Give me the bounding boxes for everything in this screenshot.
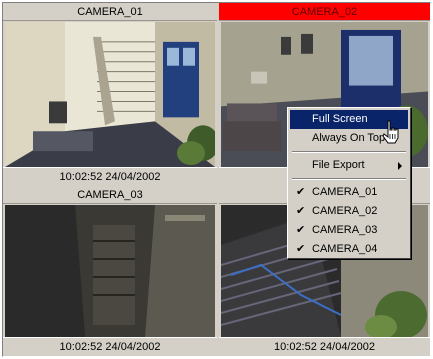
camera-feed-3[interactable] [5,205,215,337]
checkmark-icon: ✔ [296,224,306,236]
camera-timestamp: 10:02:52 24/04/2002 [3,337,217,356]
menu-item-camera-3[interactable]: ✔ CAMERA_03 [290,221,408,240]
camera-title: CAMERA_03 [3,186,217,204]
checkmark-icon: ✔ [296,186,306,198]
menu-separator [290,148,408,156]
menu-item-label: Always On Top [312,132,386,144]
camera-panel-3[interactable]: CAMERA_03 10:02:52 24/04/2002 [3,186,217,356]
hand-pointer-icon [382,120,399,144]
camera-feed-image [5,22,215,167]
menu-separator [290,175,408,183]
camera-feed-1[interactable] [5,22,215,167]
menu-item-label: Full Screen [312,113,368,125]
menu-item-file-export[interactable]: File Export [290,156,408,175]
menu-item-label: CAMERA_03 [312,224,378,236]
camera-panel-1[interactable]: CAMERA_01 10:02:52 24/04/2002 [3,3,217,186]
menu-item-camera-4[interactable]: ✔ CAMERA_04 [290,240,408,259]
camera-title: CAMERA_01 [3,3,217,21]
menu-item-label: CAMERA_01 [312,186,378,198]
menu-item-label: CAMERA_02 [312,205,378,217]
menu-item-camera-2[interactable]: ✔ CAMERA_02 [290,202,408,221]
camera-timestamp: 10:02:52 24/04/2002 [219,337,430,356]
checkmark-icon: ✔ [296,243,306,255]
camera-timestamp: 10:02:52 24/04/2002 [3,167,217,186]
menu-item-label: CAMERA_04 [312,243,378,255]
camera-feed-image [5,205,215,337]
menu-item-camera-1[interactable]: ✔ CAMERA_01 [290,183,408,202]
submenu-arrow-icon [398,162,402,170]
menu-item-label: File Export [312,159,365,171]
camera-title: CAMERA_02 [219,3,430,21]
checkmark-icon: ✔ [296,205,306,217]
